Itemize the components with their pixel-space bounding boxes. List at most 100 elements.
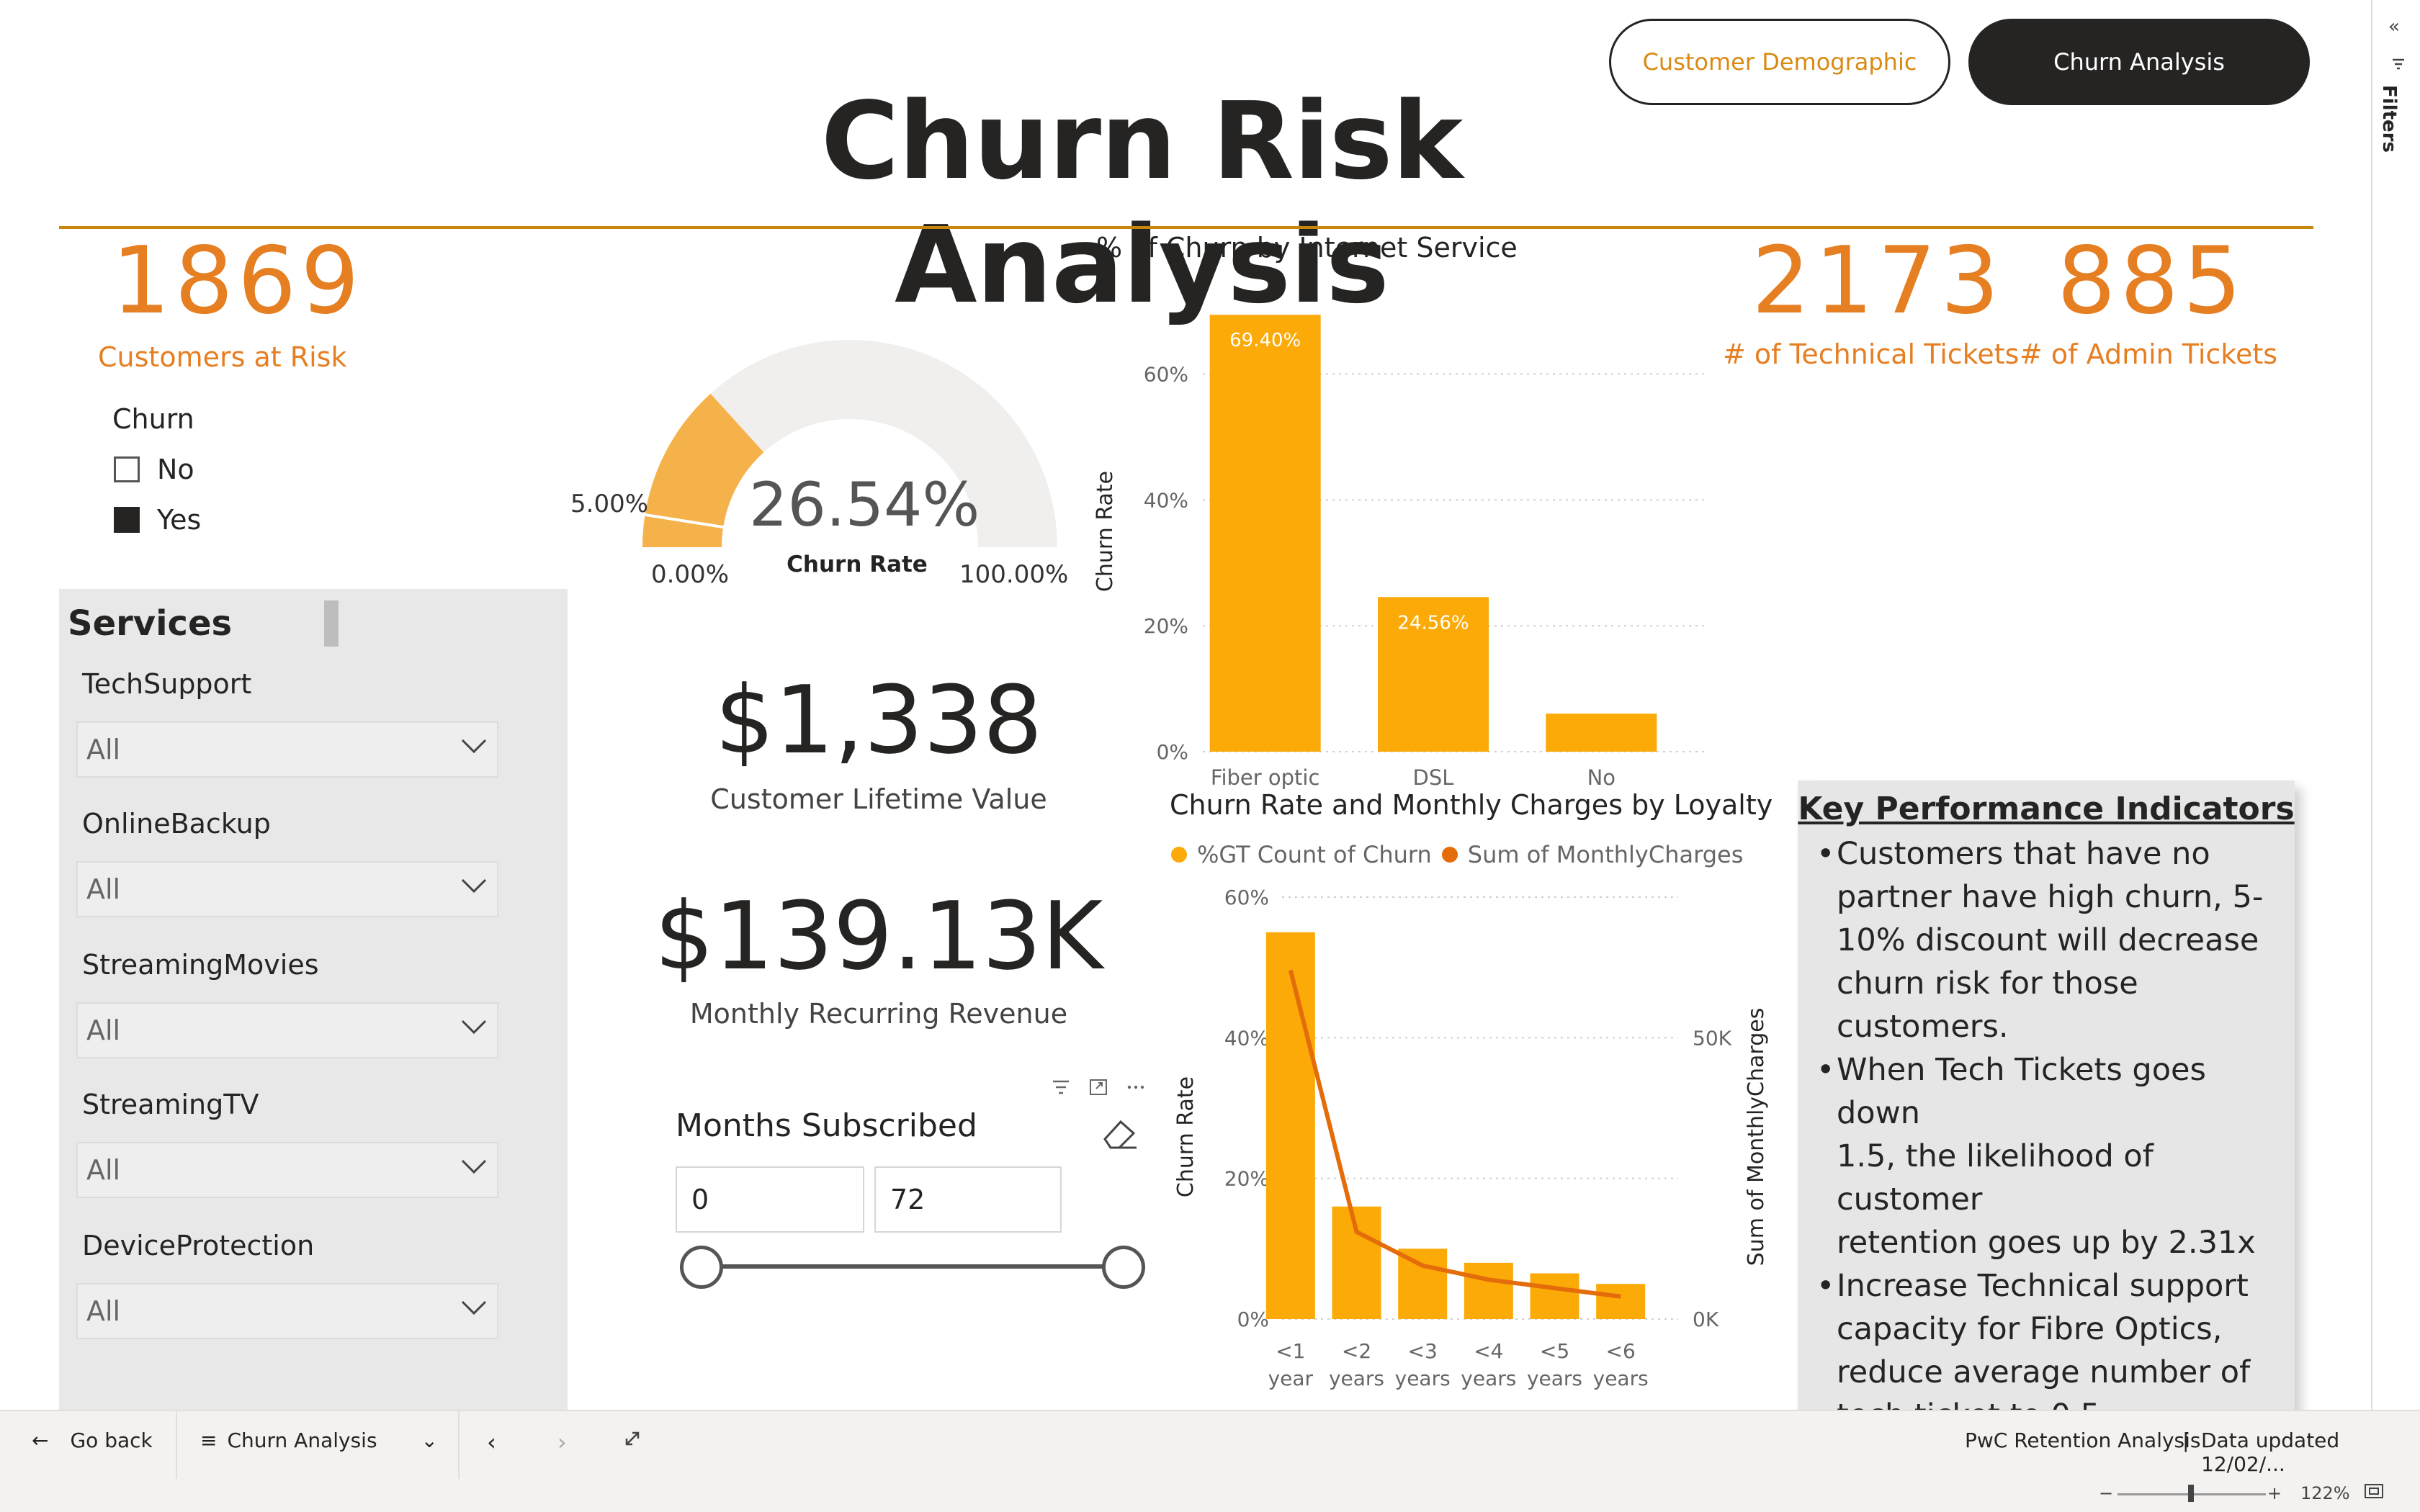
visual-header (1052, 1079, 1145, 1096)
clv-value: $1,338 (714, 665, 1043, 775)
filters-label[interactable]: Filters (2378, 85, 2400, 153)
churn-option-yes[interactable]: Yes (114, 504, 201, 536)
x-tick-label: <1 (1276, 1339, 1305, 1363)
x-tick-label: years (1461, 1367, 1516, 1390)
kpi-line: retention goes up by 2.31x (1837, 1225, 2256, 1261)
zoom-slider-handle[interactable] (2188, 1485, 2194, 1502)
x-tick-label: DSL (1413, 765, 1454, 790)
kpi-line: churn risk for those (1837, 966, 2138, 1002)
streamingtv-value: All (86, 1154, 121, 1186)
services-scrollbar[interactable] (324, 600, 339, 647)
legend-charges-label[interactable]: Sum of MonthlyCharges (1468, 841, 1744, 868)
kpi-line: customers. (1837, 1009, 2009, 1045)
go-back-button[interactable]: ← Go back (32, 1428, 153, 1452)
y-axis-label: Churn Rate (1173, 1076, 1198, 1197)
page-selector-label: Churn Analysis (227, 1428, 377, 1452)
churn-slicer-title: Churn (112, 403, 194, 435)
y-tick-label: 20% (1144, 614, 1188, 638)
gauge-target-label: 5.00% (570, 490, 649, 518)
kpi-line: partner have high churn, 5- (1837, 879, 2264, 915)
kpi-line: Increase Technical support (1837, 1268, 2249, 1304)
streamingmovies-value: All (86, 1014, 121, 1046)
x-tick-label: years (1395, 1367, 1451, 1390)
churn-analysis-button[interactable]: Churn Analysis (1968, 19, 2310, 105)
fit-page-icon[interactable] (622, 1428, 642, 1454)
technical-tickets-value: 2173 (1752, 228, 2004, 335)
x-tick-label: <4 (1474, 1339, 1503, 1363)
admin-tickets-value: 885 (2057, 228, 2246, 335)
months-max-input[interactable]: 72 (874, 1166, 1062, 1233)
fit-to-page-icon[interactable] (2364, 1483, 2384, 1503)
y2-axis-label: Sum of MonthlyCharges (1744, 1008, 1769, 1266)
mrr-label: Monthly Recurring Revenue (689, 998, 1068, 1030)
gauge-value-label: 26.54% (749, 469, 980, 540)
previous-page-icon[interactable]: ‹ (487, 1428, 496, 1456)
data-updated-label: Data updated 12/02/... (2201, 1428, 2340, 1476)
zoom-in-button[interactable]: + (2267, 1483, 2282, 1503)
filter-funnel-icon (2391, 58, 2406, 78)
zoom-percent: 122% (2300, 1483, 2350, 1503)
x-tick-label: <2 (1342, 1339, 1371, 1363)
techsupport-dropdown[interactable]: All (76, 721, 498, 778)
onlinebackup-dropdown[interactable]: All (76, 861, 498, 917)
streamingmovies-dropdown[interactable]: All (76, 1002, 498, 1058)
filter-icon[interactable] (1052, 1079, 1070, 1096)
bar (1530, 1273, 1579, 1319)
zoom-bar (0, 1479, 2420, 1512)
customer-demographic-button[interactable]: Customer Demographic (1609, 19, 1950, 105)
kpi-text-title: Key Performance Indicators (1798, 791, 2295, 827)
x-tick-label: Fiber optic (1211, 765, 1320, 790)
deviceprotection-dropdown[interactable]: All (76, 1283, 498, 1339)
chevron-down-icon: ⌄ (421, 1428, 438, 1452)
months-min-input[interactable]: 0 (676, 1166, 864, 1233)
chevron-down-icon (461, 1300, 487, 1315)
zoom-out-button[interactable]: − (2099, 1483, 2113, 1503)
deviceprotection-label: DeviceProtection (82, 1230, 315, 1261)
techsupport-value: All (86, 734, 121, 765)
loyalty-chart[interactable]: 0% 20% 40% 60% 0K 50K Churn Rate Sum of Monthly… (1152, 878, 1786, 1411)
chevron-down-icon (461, 1159, 487, 1174)
bar (1546, 714, 1657, 752)
y-tick-label: 0% (1237, 1308, 1269, 1331)
y-tick-label: 0% (1157, 740, 1188, 764)
customers-at-risk-label: Customers at Risk (98, 341, 347, 373)
months-slider-high-handle[interactable] (1102, 1246, 1145, 1289)
status-divider (458, 1410, 460, 1479)
bar-data-label: 24.56% (1397, 612, 1469, 634)
next-page-icon[interactable]: › (557, 1428, 567, 1456)
services-title: Services (68, 603, 233, 644)
bar (1265, 932, 1315, 1319)
y-tick-label: 60% (1224, 886, 1269, 909)
x-tick-label: years (1329, 1367, 1384, 1390)
gauge-max-label: 100.00% (959, 560, 1069, 589)
streamingtv-dropdown[interactable]: All (76, 1142, 498, 1198)
bar (1398, 1248, 1448, 1319)
churn-no-checkbox[interactable] (114, 456, 140, 482)
go-back-label: Go back (70, 1428, 153, 1452)
y-axis-label: Churn Rate (1093, 471, 1118, 592)
expand-filters-icon[interactable]: « (2388, 16, 2400, 37)
internet-service-chart[interactable]: 0% 20% 40% 60% Churn Rate 69.40% Fiber optic 24… (1088, 274, 1721, 792)
status-divider (176, 1410, 177, 1479)
months-slider-track[interactable] (702, 1264, 1123, 1269)
kpi-bullet-2: When Tech Tickets goes down 1.5, the lik… (1816, 1048, 2285, 1264)
more-options-icon[interactable] (1126, 1079, 1145, 1096)
legend-churn-label[interactable]: %GT Count of Churn (1197, 841, 1432, 868)
loyalty-chart-title: Churn Rate and Monthly Charges by Loyalt… (1170, 789, 1773, 821)
page-selector[interactable]: ≡ Churn Analysis ⌄ (200, 1428, 438, 1452)
churn-yes-checkbox[interactable] (114, 507, 140, 533)
focus-mode-icon[interactable] (1089, 1079, 1108, 1096)
months-slider-low-handle[interactable] (680, 1246, 723, 1289)
legend-dot-churn (1171, 847, 1187, 863)
customers-at-risk-value: 1869 (112, 228, 364, 335)
eraser-icon[interactable] (1099, 1115, 1141, 1152)
onlinebackup-label: OnlineBackup (82, 808, 271, 840)
techsupport-label: TechSupport (82, 668, 252, 700)
filters-pane-collapsed[interactable] (2371, 0, 2420, 1411)
x-tick-label: <5 (1540, 1339, 1569, 1363)
kpi-line: capacity for Fibre Optics, (1837, 1311, 2223, 1347)
gauge-caption: Churn Rate (786, 552, 928, 577)
report-name: PwC Retention Analysis (1965, 1428, 2201, 1452)
mrr-value: $139.13K (654, 881, 1103, 991)
churn-option-no[interactable]: No (114, 454, 194, 485)
